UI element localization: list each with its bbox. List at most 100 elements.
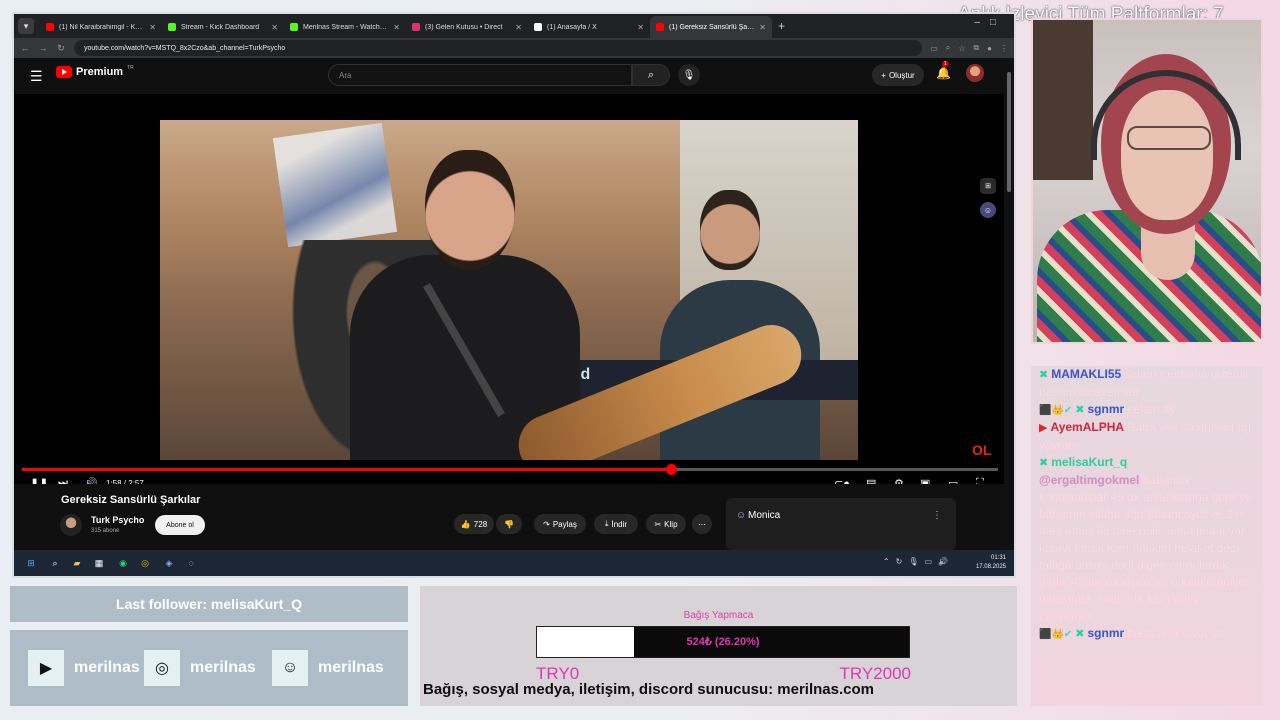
extensions-icon[interactable]: ⧉ bbox=[973, 43, 979, 53]
chat-badges: ⬛👑✔ bbox=[1039, 405, 1073, 416]
country-code: TR bbox=[127, 65, 134, 71]
chat-text: selam ay bbox=[1127, 402, 1176, 416]
channel-avatar[interactable] bbox=[60, 514, 82, 536]
create-button[interactable]: + Oluştur bbox=[872, 64, 924, 86]
window-controls[interactable]: –□ bbox=[974, 17, 1006, 28]
back-icon[interactable]: ← bbox=[20, 43, 30, 53]
browser-tab[interactable]: (3) Gelen Kutusu • Direct ✕ bbox=[406, 16, 528, 38]
taskbar-search-icon[interactable]: ⌕ bbox=[48, 556, 62, 570]
video-frame[interactable]: Roland bbox=[160, 120, 858, 460]
youtube-header: ☰ Premium TR Ara ⌕ 🎙 + Oluştur 🔔 1 bbox=[14, 58, 1006, 94]
browser-tab[interactable]: (1) Anasayfa / X ✕ bbox=[528, 16, 650, 38]
address-bar: ← → ↻ youtube.com/watch?v=MSTQ_8x2Czo&ab… bbox=[14, 38, 1014, 58]
microphone-icon[interactable]: 🎙 bbox=[678, 64, 700, 86]
bookmark-star-icon[interactable]: ☆ bbox=[958, 44, 965, 53]
account-avatar[interactable] bbox=[966, 64, 984, 82]
browser-tab-bar: ▾ (1) Nil Karaibrahimgil - Kek (Al...✕St… bbox=[14, 14, 1014, 38]
cast-icon[interactable]: ▭ bbox=[930, 44, 938, 53]
donation-value: 524₺ (26.20%) bbox=[686, 636, 760, 648]
chrome-icon[interactable]: ◎ bbox=[138, 556, 152, 570]
channel-name[interactable]: Turk Psycho bbox=[91, 515, 144, 525]
page-scrollbar[interactable] bbox=[1004, 58, 1014, 550]
browser-tab[interactable]: Merilnas Stream - Watch Live o... ✕ bbox=[284, 16, 406, 38]
notification-bell-icon[interactable]: 🔔 1 bbox=[936, 61, 951, 80]
monica-overlay-icon[interactable]: ☺ bbox=[980, 202, 996, 218]
social-label: merilnas bbox=[318, 659, 384, 676]
new-tab-button[interactable]: + bbox=[778, 19, 785, 33]
tab-title: (1) Gereksiz Sansürlü Şarkıl... bbox=[669, 23, 755, 31]
chat-text: babamla konuşmuşlar 45 dk anlatıklarına … bbox=[1039, 473, 1252, 623]
profile-icon[interactable]: ● bbox=[987, 44, 992, 53]
tab-close-icon[interactable]: ✕ bbox=[271, 23, 278, 32]
chat-username: @ergaltimgokmel bbox=[1039, 473, 1140, 487]
last-follower-panel: Last follower: melisaKurt_Q bbox=[10, 586, 408, 622]
store-icon[interactable]: ▦ bbox=[92, 556, 106, 570]
discord-taskbar-icon[interactable]: ◈ bbox=[162, 556, 176, 570]
tab-title: (3) Gelen Kutusu • Direct bbox=[425, 23, 503, 31]
chat-username: AyemALPHA bbox=[1050, 420, 1125, 434]
search-placeholder: Ara bbox=[339, 70, 352, 80]
windows-start-icon[interactable]: ⊞ bbox=[24, 556, 38, 570]
clip-button[interactable]: ✂ Klip bbox=[646, 514, 686, 534]
last-follower-text: Last follower: melisaKurt_Q bbox=[116, 596, 302, 612]
like-button[interactable]: 👍 728 bbox=[454, 514, 494, 534]
search-icon[interactable]: ⌕ bbox=[632, 64, 670, 86]
scissors-icon: ✂ bbox=[654, 519, 662, 529]
tab-favicon-icon bbox=[656, 23, 664, 31]
download-icon: ⤓ bbox=[604, 519, 609, 528]
scrollbar-thumb[interactable] bbox=[1007, 72, 1011, 192]
browser-tab[interactable]: Stream - Kick Dashboard ✕ bbox=[162, 16, 284, 38]
tab-close-icon[interactable]: ✕ bbox=[637, 23, 644, 32]
extension-overlay-icon[interactable]: ⊞ bbox=[980, 178, 996, 194]
progress-bar[interactable] bbox=[22, 464, 998, 475]
video-singer-head bbox=[425, 150, 515, 270]
screen-capture: ▾ (1) Nil Karaibrahimgil - Kek (Al...✕St… bbox=[12, 12, 1016, 578]
url-field[interactable]: youtube.com/watch?v=MSTQ_8x2Czo&ab_chann… bbox=[74, 40, 923, 56]
video-player[interactable]: Roland ⊞ ☺ OL ❚❚ ⏭ 🔊 1:58 / 2:57 ⊂● ▤ ⚙ … bbox=[14, 94, 1006, 490]
tab-close-icon[interactable]: ✕ bbox=[393, 23, 400, 32]
chat-badges: ⬛👑✔ bbox=[1039, 629, 1073, 640]
browser-tab[interactable]: (1) Nil Karaibrahimgil - Kek (Al... ✕ bbox=[40, 16, 162, 38]
clock-date: 17.08.2025 bbox=[975, 564, 1006, 570]
tab-search-icon[interactable]: ▾ bbox=[18, 18, 34, 34]
share-button[interactable]: ↷ Paylaş bbox=[534, 514, 586, 534]
forward-icon[interactable]: → bbox=[38, 43, 48, 53]
subscribe-button[interactable]: Abone ol bbox=[155, 515, 205, 535]
social-label: merilnas bbox=[74, 659, 140, 676]
zoom-icon[interactable]: ⌕ bbox=[946, 43, 950, 53]
browser-tab[interactable]: (1) Gereksiz Sansürlü Şarkıl... ✕ bbox=[650, 16, 772, 38]
search-input[interactable]: Ara bbox=[328, 64, 632, 86]
tab-close-icon[interactable]: ✕ bbox=[149, 23, 156, 32]
whatsapp-icon[interactable]: ◉ bbox=[116, 556, 130, 570]
like-count: 728 bbox=[473, 519, 488, 529]
tab-close-icon[interactable]: ✕ bbox=[759, 23, 766, 32]
create-label: Oluştur bbox=[888, 70, 915, 80]
monica-label: Monica bbox=[748, 510, 781, 521]
social-link: ◎ merilnas bbox=[144, 650, 256, 686]
youtube-logo[interactable]: Premium TR bbox=[56, 65, 134, 78]
system-tray[interactable]: ⌃↻🎙▭🔊 bbox=[883, 557, 954, 566]
donation-progress-bar: 524₺ (26.20%) bbox=[536, 626, 910, 658]
video-title: Gereksiz Sansürlü Şarkılar bbox=[61, 494, 201, 506]
webcam-feed bbox=[1031, 18, 1263, 344]
browser-menu-icon[interactable]: ⋮ bbox=[1000, 44, 1008, 53]
tab-favicon-icon bbox=[290, 23, 298, 31]
monica-icon: ☺ bbox=[736, 510, 747, 521]
more-actions-button[interactable]: ⋯ bbox=[692, 514, 712, 534]
social-link: ▶ merilnas bbox=[28, 650, 140, 686]
chat-overlay: ✖ MAMAKLI55 selam merhaba gizemli babam c… bbox=[1031, 366, 1263, 706]
file-explorer-icon[interactable]: ▰ bbox=[70, 556, 84, 570]
share-label: Paylaş bbox=[552, 519, 577, 529]
obs-icon[interactable]: ◌ bbox=[184, 556, 198, 570]
chat-username: sgnmr bbox=[1087, 402, 1125, 416]
tab-favicon-icon bbox=[534, 23, 542, 31]
more-vertical-icon[interactable]: ⋮ bbox=[932, 510, 942, 521]
download-button[interactable]: ⤓ İndir bbox=[594, 514, 638, 534]
dislike-button[interactable]: 👎 bbox=[496, 514, 522, 534]
progress-fill bbox=[22, 468, 672, 471]
menu-icon[interactable]: ☰ bbox=[30, 68, 43, 85]
tab-close-icon[interactable]: ✕ bbox=[515, 23, 522, 32]
thumbs-up-icon: 👍 bbox=[460, 519, 471, 529]
reload-icon[interactable]: ↻ bbox=[56, 43, 66, 54]
monica-panel[interactable]: ☺ Monica ⋮ bbox=[726, 498, 956, 550]
